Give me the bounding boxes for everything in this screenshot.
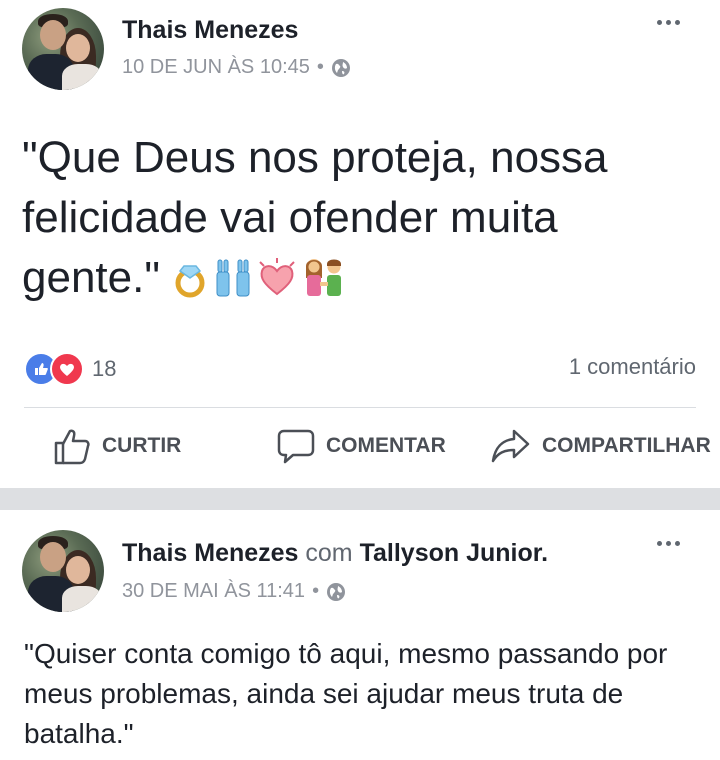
tagged-user[interactable]: Tallyson Junior [360,539,542,567]
more-options-icon[interactable] [657,541,683,549]
post-card: Thais Menezes 10 DE JUN ÀS 10:45 • "Que … [0,0,720,488]
ring-emoji-icon [175,265,205,298]
author-line: Thais Menezes com Tallyson Junior. [122,539,548,568]
sparkling-heart-icon [259,258,295,296]
post-meta: 10 DE JUN ÀS 10:45 • [122,56,351,79]
post-text: "Que Deus nos proteja, nossa felicidade … [22,128,682,308]
comment-label: COMENTAR [326,434,446,457]
meta-separator: • [312,580,320,602]
like-button[interactable]: CURTIR [52,424,181,468]
couple-icon [305,259,341,296]
author-name[interactable]: Thais Menezes [122,539,298,567]
share-arrow-icon [491,429,530,463]
comment-button[interactable]: COMENTAR [276,424,446,468]
avatar[interactable] [22,530,104,612]
emoji-group [170,256,346,298]
feed-separator [0,488,720,510]
tagged-suffix: . [541,539,549,567]
meta-separator: • [316,56,324,78]
share-label: COMPARTILHAR [542,434,711,457]
comment-bubble-icon [277,429,315,464]
with-word: com [305,539,353,567]
thumbs-up-icon [54,429,90,465]
like-label: CURTIR [102,434,182,457]
post-text: "Quiser conta comigo tô aqui, mesmo pass… [24,638,668,749]
post-meta: 30 DE MAI ÀS 11:41 • [122,580,346,603]
love-reaction-icon [50,352,84,386]
reaction-count: 18 [92,356,117,381]
share-button[interactable]: COMPARTILHAR [490,424,711,468]
author-name[interactable]: Thais Menezes [122,16,298,45]
bunny-ears-people-icon [216,259,250,297]
comment-count-link[interactable]: 1 comentário [569,354,696,380]
globe-icon [331,58,350,77]
globe-icon [327,582,346,601]
avatar[interactable] [22,8,104,90]
divider [24,407,696,408]
timestamp[interactable]: 10 DE JUN ÀS 10:45 [122,56,310,79]
reactions-summary[interactable]: 18 [24,352,116,386]
more-options-icon[interactable] [657,20,683,28]
timestamp[interactable]: 30 DE MAI ÀS 11:41 [122,580,305,603]
